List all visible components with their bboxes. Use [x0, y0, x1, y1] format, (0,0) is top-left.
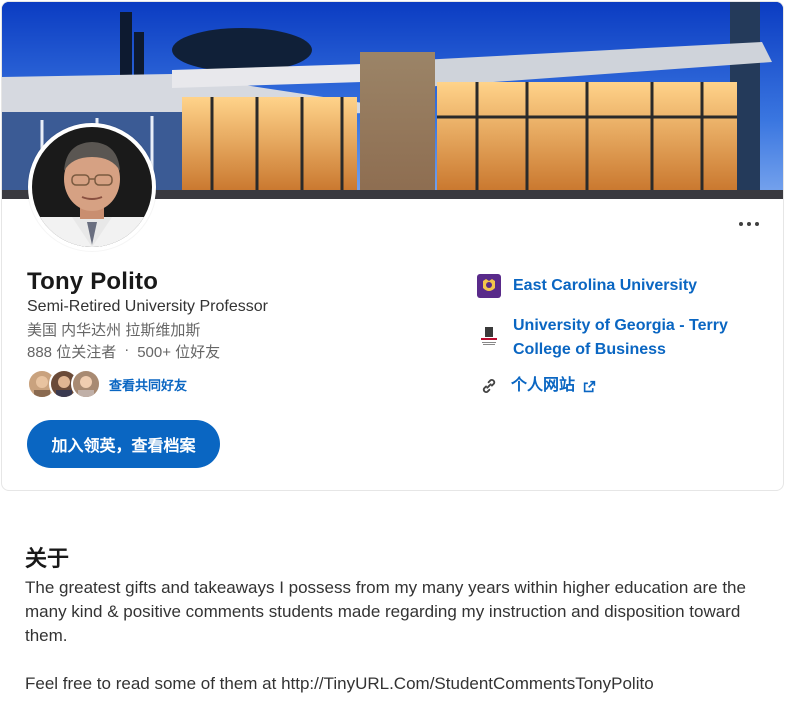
- mutual-connections-link[interactable]: 查看共同好友: [27, 369, 187, 399]
- more-horizontal-icon: [739, 222, 743, 226]
- stats-separator: ·: [124, 341, 130, 358]
- about-text: The greatest gifts and takeaways I posse…: [25, 576, 760, 696]
- mutual-connections-label[interactable]: 查看共同好友: [109, 375, 187, 394]
- profile-card: Tony Polito Semi-Retired University Prof…: [1, 1, 784, 491]
- profile-avatar[interactable]: [28, 123, 156, 251]
- more-dot: [747, 222, 751, 226]
- experience-label[interactable]: University of Georgia - Terry College of…: [513, 314, 763, 362]
- more-options-button[interactable]: [732, 212, 766, 236]
- more-dot: [755, 222, 759, 226]
- join-linkedin-button[interactable]: 加入领英，查看档案: [27, 420, 220, 468]
- website-label-wrap[interactable]: 个人网站: [511, 374, 596, 398]
- profile-name: Tony Polito: [27, 268, 159, 295]
- link-icon: [477, 374, 501, 398]
- uga-logo-icon: [477, 324, 501, 348]
- mutual-avatar: [71, 369, 101, 399]
- ecu-logo-icon: [477, 274, 501, 298]
- about-paragraph: Feel free to read some of them at http:/…: [25, 674, 654, 693]
- experience-label[interactable]: East Carolina University: [513, 274, 697, 298]
- mutual-faces: [27, 369, 101, 399]
- personal-website-link[interactable]: 个人网站: [477, 374, 596, 398]
- profile-stats: 888 位关注者 · 500+ 位好友: [27, 341, 220, 362]
- experience-item-uga[interactable]: University of Georgia - Terry College of…: [477, 314, 763, 362]
- followers-count: 888 位关注者: [27, 344, 117, 361]
- website-label[interactable]: 个人网站: [511, 374, 575, 398]
- profile-photo: [32, 127, 152, 247]
- about-heading: 关于: [25, 546, 70, 571]
- external-link-icon: [583, 380, 596, 392]
- profile-headline: Semi-Retired University Professor: [27, 298, 268, 315]
- connections-count: 500+ 位好友: [137, 344, 221, 361]
- about-paragraph: The greatest gifts and takeaways I posse…: [25, 578, 746, 645]
- profile-location: 美国 内华达州 拉斯维加斯: [27, 322, 201, 339]
- experience-item-ecu[interactable]: East Carolina University: [477, 274, 697, 298]
